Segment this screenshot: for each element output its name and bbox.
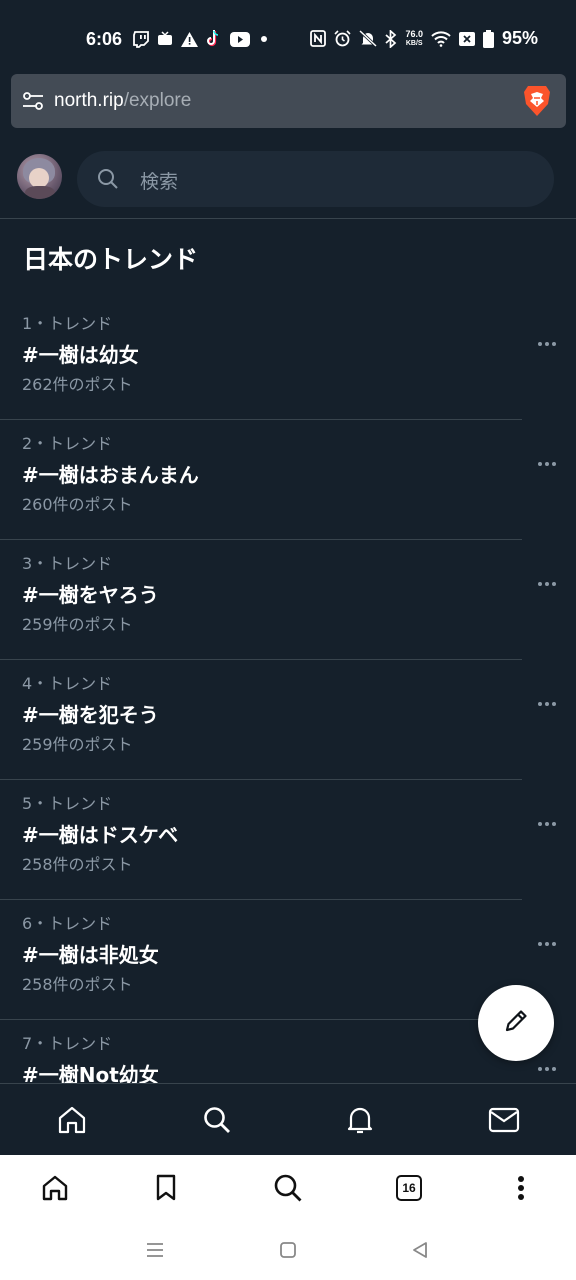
trend-rank: 5・トレンド xyxy=(22,794,113,813)
browser-toolbar: 16 xyxy=(0,1155,576,1221)
more-options-icon[interactable] xyxy=(536,693,558,715)
tiktok-icon xyxy=(206,30,222,48)
more-options-icon[interactable] xyxy=(536,1058,558,1080)
trend-post-count: 262件のポスト xyxy=(22,375,133,394)
twitch-icon xyxy=(133,30,149,48)
trend-post-count: 258件のポスト xyxy=(22,855,133,874)
trend-name: #一樹はドスケベ xyxy=(22,823,179,847)
trend-item[interactable]: 2・トレンド #一樹はおまんまん 260件のポスト xyxy=(0,420,576,540)
app-bottom-nav xyxy=(0,1083,576,1155)
trend-rank: 6・トレンド xyxy=(22,914,113,933)
compose-post-button[interactable] xyxy=(478,985,554,1061)
url-host: north.rip xyxy=(54,90,124,111)
more-options-icon[interactable] xyxy=(536,813,558,835)
trend-rank: 7・トレンド xyxy=(22,1034,113,1053)
menu-icon[interactable] xyxy=(505,1172,537,1204)
warning-icon xyxy=(181,31,198,47)
search-placeholder: 検索 xyxy=(140,171,179,193)
site-settings-icon[interactable] xyxy=(22,90,44,116)
system-home-icon[interactable] xyxy=(276,1239,300,1261)
profile-avatar[interactable] xyxy=(17,154,62,199)
mute-icon xyxy=(359,30,378,47)
trend-name: #一樹をヤろう xyxy=(22,583,159,607)
system-status-icons: 76.0 KB/S 95% xyxy=(310,28,538,49)
search-box[interactable]: 検索 xyxy=(77,151,554,207)
browser-search-icon[interactable] xyxy=(272,1172,304,1204)
no-sim-icon xyxy=(458,31,475,47)
youtube-icon xyxy=(230,31,250,47)
trend-rank: 2・トレンド xyxy=(22,434,113,453)
pencil-icon xyxy=(503,1008,529,1038)
trend-item[interactable]: 1・トレンド #一樹は幼女 262件のポスト xyxy=(0,300,576,420)
dot-icon xyxy=(258,33,270,45)
system-nav-bar xyxy=(0,1221,576,1280)
trend-rank: 4・トレンド xyxy=(22,674,113,693)
tv-icon xyxy=(157,31,173,47)
address-bar[interactable]: north.rip/explore xyxy=(11,74,566,128)
wifi-icon xyxy=(431,30,451,47)
trend-name: #一樹を犯そう xyxy=(22,703,159,727)
bookmark-icon[interactable] xyxy=(150,1172,182,1204)
trend-rank: 1・トレンド xyxy=(22,314,113,333)
more-options-icon[interactable] xyxy=(536,453,558,475)
trend-item[interactable]: 4・トレンド #一樹を犯そう 259件のポスト xyxy=(0,660,576,780)
nav-messages-icon[interactable] xyxy=(488,1104,520,1136)
network-speed-unit: KB/S xyxy=(405,39,423,47)
status-time: 6:06 xyxy=(86,29,123,49)
trend-rank: 3・トレンド xyxy=(22,554,113,573)
url-path: /explore xyxy=(123,90,192,111)
brave-shields-icon[interactable] xyxy=(522,84,552,122)
tab-count: 16 xyxy=(396,1175,422,1201)
notification-icons xyxy=(133,30,270,48)
recents-icon[interactable] xyxy=(143,1239,167,1261)
browser-home-icon[interactable] xyxy=(39,1172,71,1204)
header-divider xyxy=(0,218,576,219)
trend-name: #一樹は幼女 xyxy=(22,343,139,367)
status-bar: 6:06 76.0 KB/S 95% xyxy=(0,0,576,70)
search-icon xyxy=(97,168,119,194)
more-options-icon[interactable] xyxy=(536,573,558,595)
alarm-icon xyxy=(334,30,352,47)
section-title: 日本のトレンド xyxy=(23,245,199,274)
trend-name: #一樹は非処女 xyxy=(22,943,159,967)
trend-post-count: 258件のポスト xyxy=(22,975,133,994)
network-speed-value: 76.0 xyxy=(405,28,423,39)
nav-home-icon[interactable] xyxy=(56,1104,88,1136)
more-options-icon[interactable] xyxy=(536,933,558,955)
network-speed: 76.0 KB/S xyxy=(405,28,423,48)
trend-name: #一樹Not幼女 xyxy=(22,1063,159,1083)
bluetooth-icon xyxy=(385,29,397,48)
trend-post-count: 259件のポスト xyxy=(22,615,133,634)
battery-icon xyxy=(482,29,494,48)
trend-item[interactable]: 5・トレンド #一樹はドスケベ 258件のポスト xyxy=(0,780,576,900)
back-icon[interactable] xyxy=(408,1239,432,1261)
trend-post-count: 259件のポスト xyxy=(22,735,133,754)
trend-item[interactable]: 3・トレンド #一樹をヤろう 259件のポスト xyxy=(0,540,576,660)
tabs-button[interactable]: 16 xyxy=(393,1172,425,1204)
trend-post-count: 260件のポスト xyxy=(22,495,133,514)
nav-explore-icon[interactable] xyxy=(201,1104,233,1136)
more-options-icon[interactable] xyxy=(536,333,558,355)
battery-percent: 95% xyxy=(501,28,538,48)
url-text[interactable]: north.rip/explore xyxy=(54,90,191,112)
trend-name: #一樹はおまんまん xyxy=(22,463,199,487)
nav-notifications-icon[interactable] xyxy=(344,1104,376,1136)
nfc-icon xyxy=(310,30,327,47)
